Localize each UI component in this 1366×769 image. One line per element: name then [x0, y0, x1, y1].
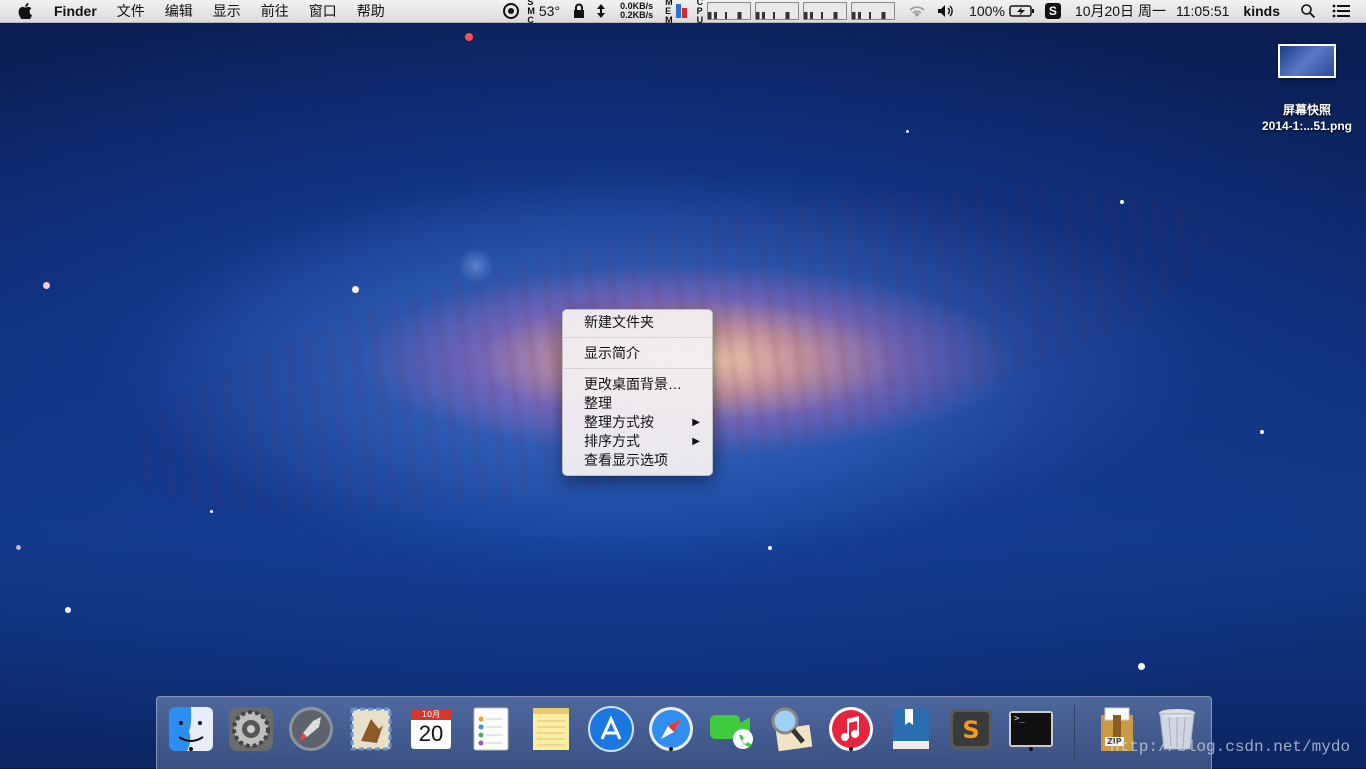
cpu-monitor-icon[interactable]	[503, 3, 520, 19]
preview-icon[interactable]	[767, 705, 815, 753]
menu-item-clean-up-by[interactable]: 整理方式按 ▶	[563, 413, 712, 432]
spotlight-search-icon[interactable]	[1300, 3, 1316, 19]
running-indicator	[669, 747, 673, 751]
star	[65, 607, 71, 613]
itunes-icon[interactable]	[827, 705, 875, 753]
battery-percent[interactable]: 100%	[969, 0, 1005, 22]
system-preferences-icon[interactable]	[227, 705, 275, 753]
svg-text:S: S	[962, 716, 979, 744]
menu-item-new-folder[interactable]: 新建文件夹	[563, 313, 712, 332]
watermark: http://blog.csdn.net/mydo	[1110, 738, 1351, 756]
menu-item-clean-up[interactable]: 整理	[563, 394, 712, 413]
finder-icon[interactable]	[167, 705, 215, 753]
cpu-graph[interactable]	[803, 2, 848, 20]
facetime-icon[interactable]	[707, 705, 755, 753]
menu-window[interactable]: 窗口	[309, 0, 337, 22]
submenu-arrow-icon: ▶	[692, 417, 700, 428]
terminal-icon[interactable]: >_	[1007, 705, 1055, 753]
star	[352, 286, 359, 293]
safari-icon[interactable]	[647, 705, 695, 753]
net-down-rate: 0.2KB/s	[620, 10, 654, 20]
calendar-day: 20	[418, 721, 444, 746]
star	[210, 510, 213, 513]
menu-bar: Finder 文件 编辑 显示 前往 窗口 帮助 SMC 53° 0.0KB/s…	[0, 0, 1366, 25]
mail-icon[interactable]	[347, 705, 395, 753]
calendar-month: 10月	[421, 710, 441, 719]
network-speed[interactable]: 0.0KB/s 0.2KB/s	[620, 2, 653, 20]
star	[1260, 430, 1264, 434]
cpu-graph[interactable]	[755, 2, 800, 20]
cpu-graph[interactable]	[707, 2, 752, 20]
menu-separator	[563, 337, 712, 338]
star	[43, 282, 50, 289]
clock-time[interactable]: 11:05:51	[1176, 0, 1229, 22]
menu-go[interactable]: 前往	[261, 0, 289, 22]
app-store-icon[interactable]	[587, 705, 635, 753]
notes-icon[interactable]	[527, 705, 575, 753]
star	[16, 545, 21, 550]
star	[1120, 200, 1124, 204]
desktop-context-menu: 新建文件夹 显示简介 更改桌面背景… 整理 整理方式按 ▶ 排序方式 ▶ 查看显…	[562, 309, 713, 476]
cpu-graph[interactable]	[851, 2, 896, 20]
file-label-line1: 屏幕快照	[1282, 103, 1331, 117]
launchpad-icon[interactable]	[287, 705, 335, 753]
reminders-icon[interactable]	[467, 705, 515, 753]
menu-file[interactable]: 文件	[117, 0, 145, 22]
dock-separator	[1074, 705, 1075, 761]
dictionary-icon[interactable]	[887, 705, 935, 753]
lock-icon[interactable]	[572, 3, 586, 19]
menu-item-sort-by[interactable]: 排序方式 ▶	[563, 432, 712, 451]
memory-bars-icon[interactable]	[675, 4, 687, 18]
menu-item-label: 排序方式	[584, 433, 640, 449]
wifi-icon[interactable]	[907, 4, 927, 18]
desktop-file-screenshot[interactable]: 屏幕快照 2014-1:...51.png	[1256, 44, 1358, 134]
running-indicator	[1029, 747, 1033, 751]
desktop-file-label: 屏幕快照 2014-1:...51.png	[1256, 102, 1358, 134]
screenshot-thumbnail[interactable]	[1278, 44, 1336, 78]
sogou-input-icon[interactable]: S	[1044, 3, 1061, 19]
menu-item-view-options[interactable]: 查看显示选项	[563, 451, 712, 470]
sensor-label: SMC	[527, 0, 535, 25]
network-arrows-icon	[597, 4, 606, 18]
submenu-arrow-icon: ▶	[692, 436, 700, 447]
star	[465, 33, 473, 41]
star	[768, 546, 772, 550]
menu-item-get-info[interactable]: 显示简介	[563, 344, 712, 363]
calendar-icon[interactable]: 10月 20	[407, 705, 455, 753]
volume-icon[interactable]	[937, 4, 955, 18]
running-indicator	[849, 747, 853, 751]
star	[906, 130, 909, 133]
menu-help[interactable]: 帮助	[357, 0, 385, 22]
menu-edit[interactable]: 编辑	[165, 0, 193, 22]
dock: 10月 20 S >_ ZIP	[156, 696, 1212, 769]
menu-item-change-background[interactable]: 更改桌面背景…	[563, 375, 712, 394]
file-label-line2: 2014-1:...51.png	[1261, 119, 1353, 133]
running-indicator	[189, 747, 193, 751]
menu-app-finder[interactable]: Finder	[54, 0, 97, 22]
user-name[interactable]: kinds	[1243, 0, 1280, 22]
memory-label: MEM	[665, 0, 673, 25]
menu-view[interactable]: 显示	[213, 0, 241, 22]
menu-separator	[563, 368, 712, 369]
temperature-readout[interactable]: 53°	[539, 0, 560, 22]
clock-date[interactable]: 10月20日 周一	[1075, 0, 1166, 22]
menu-item-label: 整理方式按	[584, 414, 654, 430]
cpu-label: CPU	[696, 0, 704, 25]
star	[1138, 663, 1145, 670]
battery-icon[interactable]	[1009, 4, 1035, 18]
sublime-text-icon[interactable]: S	[947, 705, 995, 753]
notification-center-icon[interactable]	[1332, 4, 1350, 18]
apple-icon[interactable]	[18, 3, 32, 19]
terminal-prompt: >_	[1014, 714, 1025, 724]
